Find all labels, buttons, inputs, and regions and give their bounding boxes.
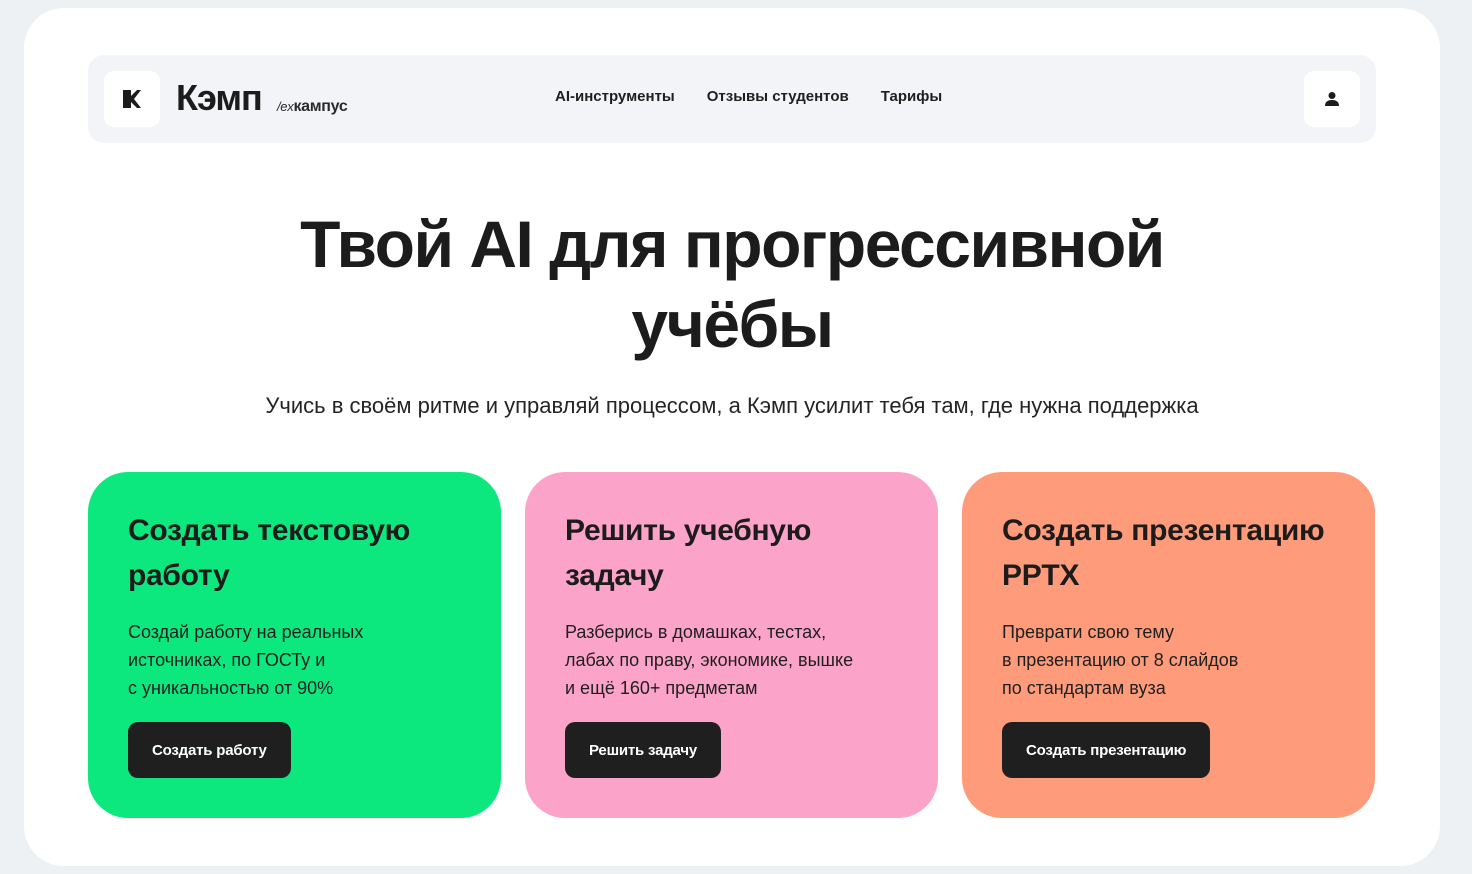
card-description-line: с уникальностью от 90% xyxy=(128,678,334,698)
card-description-line: источниках, по ГОСТу и xyxy=(128,650,326,670)
user-icon xyxy=(1325,92,1339,106)
card-title: Создать презентацию PPTX xyxy=(1002,514,1325,592)
hero-title-line-2: учёбы xyxy=(631,287,834,361)
main-nav: AI-инструменты Отзывы студентов Тарифы xyxy=(555,88,942,105)
brand-name[interactable]: Кэмп xyxy=(176,77,263,119)
card-description: Создай работу на реальных источниках, по… xyxy=(128,618,468,702)
brand-sub-prefix: /ex xyxy=(277,99,294,114)
nav-pricing[interactable]: Тарифы xyxy=(881,88,942,105)
create-work-button[interactable]: Создать работу xyxy=(128,722,291,778)
card-description-line: и ещё 160+ предметам xyxy=(565,678,758,698)
nav-ai-tools[interactable]: AI-инструменты xyxy=(555,88,675,105)
brand-subtitle: /exкампус xyxy=(277,98,348,116)
card-text-work[interactable]: Создать текстовую работу Создай работу н… xyxy=(88,472,501,818)
k-logo-icon xyxy=(123,90,141,108)
hero-title: Твой AI для прогрессивной учёбы xyxy=(24,204,1440,364)
card-title: Решить учебную задачу xyxy=(565,514,812,592)
hero-subtitle: Учись в своём ритме и управляй процессом… xyxy=(265,393,1199,418)
card-solve-task[interactable]: Решить учебную задачу Разберись в домашк… xyxy=(525,472,938,818)
card-description-line: Разберись в домашках, тестах, xyxy=(565,622,827,642)
header: Кэмп /exкампус AI-инструменты Отзывы сту… xyxy=(88,55,1376,143)
card-description-line: в презентацию от 8 слайдов xyxy=(1002,650,1239,670)
card-description: Разберись в домашках, тестах, лабах по п… xyxy=(565,618,905,702)
nav-student-reviews[interactable]: Отзывы студентов xyxy=(707,88,849,105)
hero-title-line-1: Твой AI для прогрессивной xyxy=(300,207,1165,281)
feature-cards: Создать текстовую работу Создай работу н… xyxy=(88,472,1375,818)
card-title: Создать текстовую работу xyxy=(128,514,410,592)
create-presentation-button[interactable]: Создать презентацию xyxy=(1002,722,1211,778)
solve-task-button[interactable]: Решить задачу xyxy=(565,722,721,778)
page: Кэмп /exкампус AI-инструменты Отзывы сту… xyxy=(24,8,1440,866)
card-create-presentation[interactable]: Создать презентацию PPTX Преврати свою т… xyxy=(962,472,1375,818)
logo-button[interactable] xyxy=(104,71,160,127)
card-description-line: Создай работу на реальных xyxy=(128,622,364,642)
card-description-line: по стандартам вуза xyxy=(1002,678,1166,698)
brand-sub-name: кампус xyxy=(293,98,348,115)
card-description: Преврати свою тему в презентацию от 8 сл… xyxy=(1002,618,1342,702)
card-description-line: лабах по праву, экономике, вышке xyxy=(565,650,854,670)
card-description-line: Преврати свою тему xyxy=(1002,622,1174,642)
user-account-button[interactable] xyxy=(1304,71,1360,127)
